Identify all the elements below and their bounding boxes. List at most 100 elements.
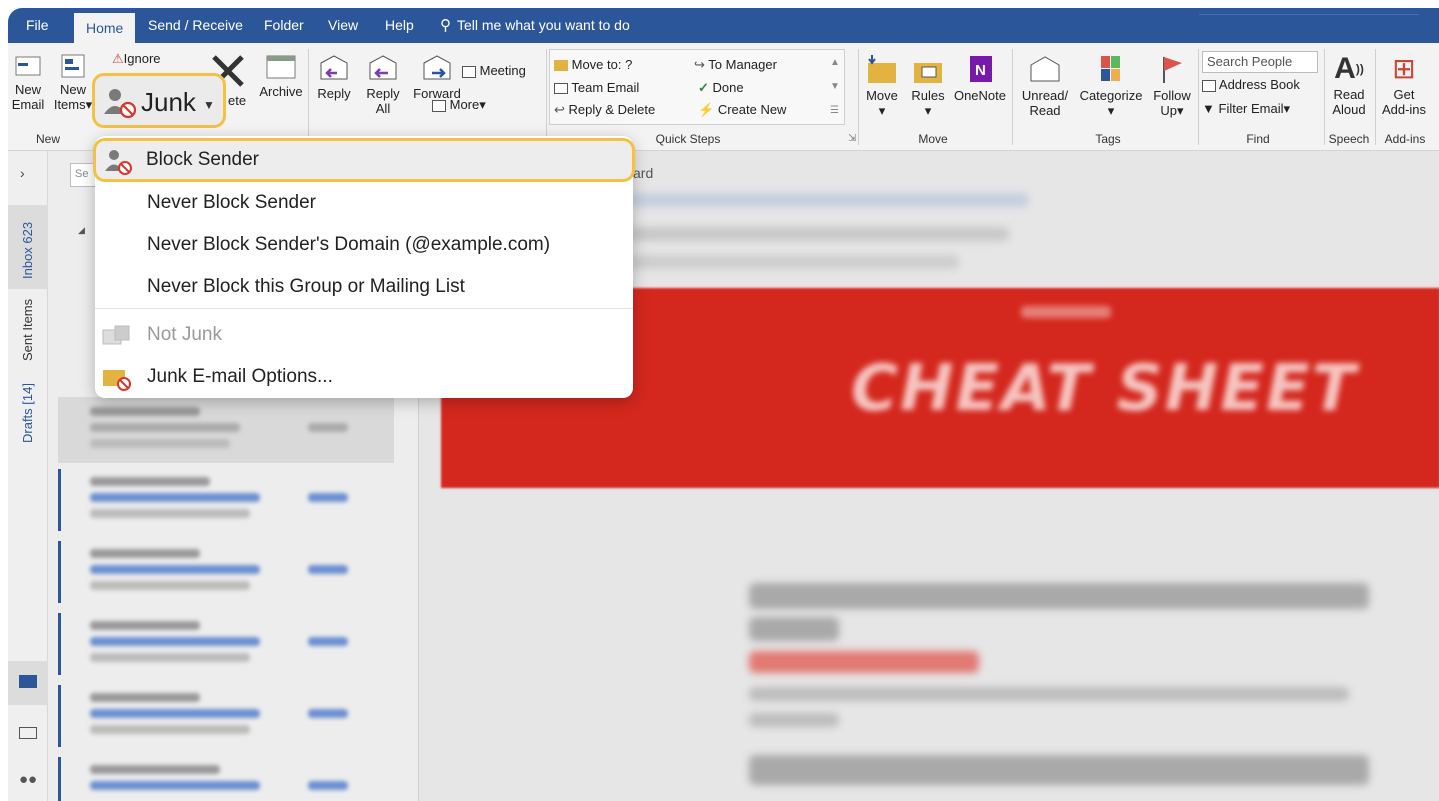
group-collapse-icon[interactable]: ◢ (78, 225, 85, 236)
meeting-button[interactable]: Meeting (462, 63, 526, 78)
ribbon-separator (1198, 49, 1199, 145)
tab-home[interactable]: Home (74, 13, 136, 43)
never-block-domain-label: Never Block Sender's Domain (@example.co… (147, 234, 551, 255)
unread-read-button[interactable]: Unread/ Read (1016, 53, 1074, 118)
quick-step-create-new[interactable]: ⚡ Create New (698, 102, 786, 118)
get-addins-button[interactable]: ⊞ Get Add-ins (1378, 51, 1430, 117)
quick-step-to-manager[interactable]: ↪ To Manager (694, 57, 777, 73)
menu-separator (95, 308, 633, 309)
onenote-button[interactable]: N OneNote (950, 53, 1010, 103)
tab-file[interactable]: File (26, 8, 49, 43)
not-junk-icon (102, 325, 130, 345)
tab-view[interactable]: View (328, 8, 358, 43)
gallery-scroll-buttons[interactable]: ▲ ▼ ☰ (830, 51, 840, 123)
more-button[interactable]: More▾ (432, 97, 486, 113)
expand-chevron-icon[interactable]: › (20, 165, 25, 181)
ribbon-separator (546, 49, 547, 145)
block-user-icon (104, 89, 137, 119)
group-label-find: Find (1246, 132, 1270, 146)
filter-email-button[interactable]: ▼ Filter Email▾ (1202, 101, 1290, 117)
not-junk-label: Not Junk (147, 324, 222, 345)
inbox-count: 623 (20, 221, 35, 244)
addins-icon: ⊞ (1392, 53, 1416, 84)
new-email-button[interactable]: New Email (8, 53, 48, 112)
tab-folder[interactable]: Folder (264, 8, 304, 43)
menu-item-never-block-group[interactable]: Never Block this Group or Mailing List (95, 266, 633, 308)
to-manager-label: To Manager (708, 57, 777, 72)
list-item[interactable] (58, 755, 388, 801)
forward-button[interactable]: Forward (410, 53, 464, 101)
menu-item-never-block-sender[interactable]: Never Block Sender (95, 182, 633, 224)
drafts-nav-item[interactable]: Drafts [14] (20, 383, 35, 443)
chevron-down-icon: ▼ (203, 98, 215, 112)
quick-step-done[interactable]: ✓ Done (698, 80, 744, 96)
categorize-label: Categorize (1079, 88, 1143, 103)
ignore-label: Ignore (123, 51, 161, 66)
archive-icon (266, 55, 296, 79)
chevron-down-icon: ▾ (878, 103, 886, 118)
inbox-label: Inbox (20, 247, 35, 279)
chevron-down-icon: ▾ (1283, 101, 1291, 116)
search-people-input[interactable]: Search People (1202, 51, 1318, 73)
list-item[interactable] (58, 683, 388, 749)
new-items-button[interactable]: New Items▾ (50, 53, 96, 113)
menu-item-block-sender[interactable]: Block Sender (93, 138, 635, 182)
search-people-placeholder: Search People (1207, 54, 1293, 69)
list-item[interactable] (58, 397, 394, 463)
archive-button[interactable]: Archive (256, 53, 306, 99)
tell-me-search[interactable]: ⚲ Tell me what you want to do (440, 8, 630, 43)
group-label-quick-steps: Quick Steps (655, 132, 721, 146)
move-to-label: Move to: ? (571, 57, 633, 72)
delete-label-partial: ete (228, 93, 247, 108)
sent-items-label: Sent Items (20, 298, 35, 361)
new-items-icon (61, 54, 85, 78)
message-header-partial: ard (633, 165, 654, 181)
block-user-icon (105, 150, 132, 175)
categorize-button[interactable]: Categorize ▾ (1074, 53, 1148, 119)
move-button[interactable]: Move ▾ (860, 53, 904, 119)
people-nav-icon[interactable]: ●● (19, 771, 37, 788)
calendar-nav-icon[interactable] (19, 727, 37, 739)
reply-button[interactable]: Reply (312, 53, 356, 101)
tab-help[interactable]: Help (385, 8, 414, 43)
quick-step-move-to[interactable]: Move to: ? (554, 57, 632, 72)
list-item[interactable] (58, 467, 388, 533)
sent-items-nav-item[interactable]: Sent Items (20, 299, 35, 361)
drafts-count: [14] (20, 383, 35, 405)
unread-label-2: Read (1029, 103, 1061, 118)
rules-button[interactable]: Rules ▾ (906, 53, 950, 119)
drafts-label: Drafts (20, 408, 35, 443)
follow-up-label-2: Up (1160, 103, 1178, 118)
reply-all-icon (369, 55, 397, 80)
team-email-label: Team Email (571, 80, 640, 95)
list-item[interactable] (58, 539, 388, 605)
never-block-sender-label: Never Block Sender (147, 192, 316, 213)
chevron-down-icon: ▾ (1107, 103, 1115, 118)
menu-item-junk-options[interactable]: Junk E-mail Options... (95, 356, 633, 398)
ribbon-tab-bar: File Home Send / Receive Folder View Hel… (8, 8, 1439, 43)
read-aloud-icon: A)) (1334, 52, 1364, 85)
address-book-button[interactable]: Address Book (1202, 77, 1300, 92)
mail-icon (19, 675, 37, 688)
meeting-label: Meeting (479, 63, 526, 78)
tab-send-receive[interactable]: Send / Receive (148, 8, 243, 43)
quick-step-team-email[interactable]: Team Email (554, 80, 639, 95)
quick-step-reply-delete[interactable]: ↩ Reply & Delete (554, 102, 655, 118)
junk-button[interactable]: Junk ▼ (92, 73, 226, 128)
chevron-down-icon: ▾ (924, 103, 932, 118)
mail-nav-button[interactable] (8, 661, 48, 705)
more-icon (432, 99, 446, 112)
dialog-launcher-icon[interactable]: ⇲ (848, 133, 856, 144)
read-aloud-button[interactable]: A)) Read Aloud (1326, 51, 1372, 117)
reply-all-button[interactable]: Reply All (358, 53, 408, 116)
new-email-label-1: New (14, 82, 41, 97)
categorize-icon (1101, 56, 1120, 81)
junk-options-label: Junk E-mail Options... (147, 366, 333, 387)
ignore-button[interactable]: ⚠Ignore (112, 51, 161, 67)
menu-item-never-block-domain[interactable]: Never Block Sender's Domain (@example.co… (95, 224, 633, 266)
get-addins-label-2: Add-ins (1381, 102, 1427, 117)
group-label-addins: Add-ins (1384, 132, 1426, 146)
chevron-down-icon: ▾ (1177, 103, 1184, 118)
list-item[interactable] (58, 611, 388, 677)
follow-up-button[interactable]: Follow Up▾ (1148, 53, 1196, 119)
